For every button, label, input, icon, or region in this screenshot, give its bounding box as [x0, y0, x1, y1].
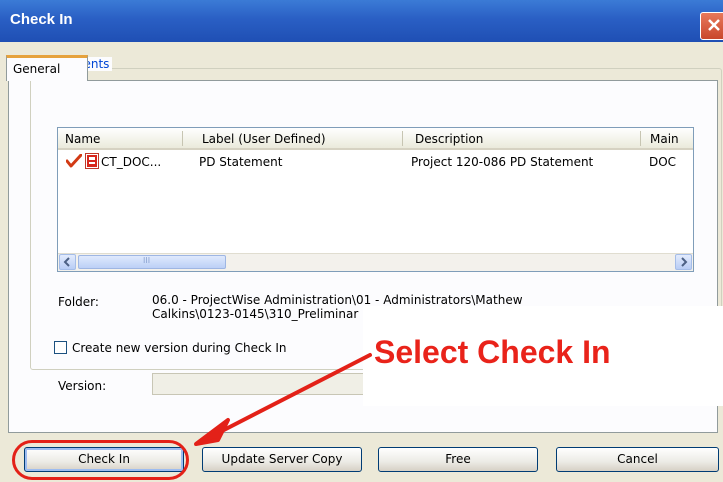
cell-description: Project 120-086 PD Statement	[411, 155, 594, 169]
checkmark-icon	[66, 154, 82, 168]
title-bar: Check In	[0, 0, 723, 42]
scroll-right-button[interactable]	[675, 254, 692, 270]
update-server-copy-button[interactable]: Update Server Copy	[202, 447, 362, 472]
annotation-text: Select Check In	[374, 334, 611, 370]
folder-path-line2: Calkins\0123-0145\310_Preliminar	[152, 307, 359, 321]
column-header-description[interactable]: Description	[415, 132, 483, 146]
cell-name: CT_DOC...	[101, 155, 162, 169]
create-version-label[interactable]: Create new version during Check In	[72, 341, 286, 355]
highlight-oval	[12, 440, 189, 480]
table-row[interactable]: CT_DOC... PD Statement Project 120-086 P…	[58, 152, 693, 170]
scroll-left-button[interactable]	[59, 254, 76, 270]
pdf-file-icon	[85, 153, 99, 169]
column-header-label[interactable]: Label (User Defined)	[202, 132, 326, 146]
create-version-checkbox[interactable]	[54, 341, 67, 354]
tab-general[interactable]: General	[6, 55, 88, 81]
scrollbar-thumb[interactable]: III	[78, 255, 226, 269]
window-title: Check In	[10, 11, 73, 28]
folder-label: Folder:	[58, 295, 99, 309]
cell-label: PD Statement	[199, 155, 283, 169]
horizontal-scrollbar[interactable]: III	[58, 253, 693, 271]
free-button[interactable]: Free	[378, 447, 538, 472]
annotation-callout: Select Check In	[363, 306, 723, 406]
folder-path-line1: 06.0 - ProjectWise Administration\01 - A…	[152, 293, 523, 307]
cancel-button[interactable]: Cancel	[556, 447, 719, 472]
cell-main: DOC	[649, 155, 677, 169]
column-separator[interactable]	[402, 131, 403, 146]
arrow-left-icon	[63, 257, 70, 267]
column-separator[interactable]	[640, 131, 641, 146]
column-header-name[interactable]: Name	[65, 132, 100, 146]
version-label: Version:	[58, 379, 107, 393]
column-separator[interactable]	[182, 131, 183, 146]
list-header: Name Label (User Defined) Description Ma…	[58, 128, 693, 150]
documents-list[interactable]: Name Label (User Defined) Description Ma…	[57, 127, 694, 272]
column-header-main[interactable]: Main	[650, 132, 679, 146]
arrow-right-icon	[681, 257, 688, 267]
scroll-grip: III	[143, 256, 151, 265]
version-field[interactable]	[152, 373, 367, 395]
close-icon	[708, 19, 720, 31]
tab-general-label: General	[13, 62, 61, 76]
close-button[interactable]	[700, 12, 723, 40]
